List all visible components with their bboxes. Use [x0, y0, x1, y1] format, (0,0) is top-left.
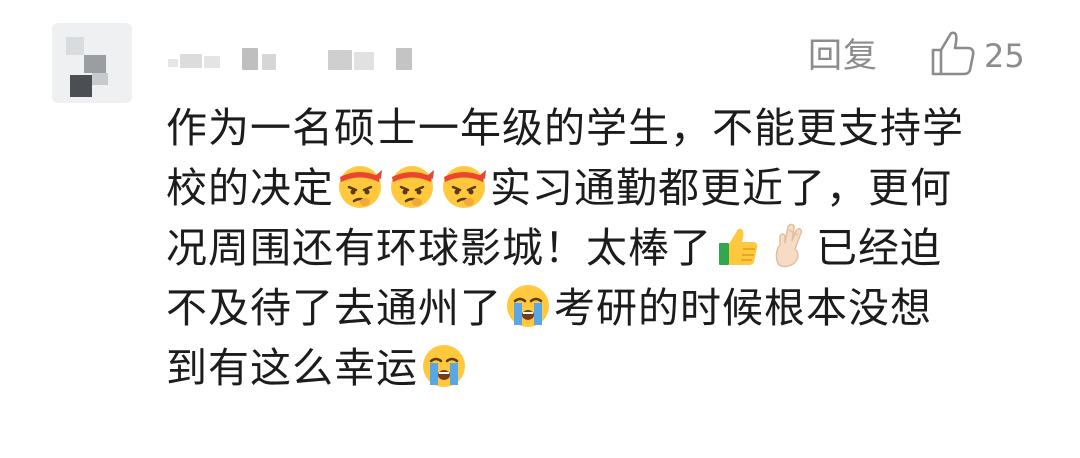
comment-text-segment: 实习通勤都更近了，更何 [490, 164, 952, 212]
crying-face-icon [419, 341, 469, 391]
comment-line: 不及待了去通州了 考研的时候根本没想 [166, 278, 1046, 338]
thumbs-up-icon [713, 221, 763, 271]
username-blurred[interactable] [168, 40, 428, 76]
pouting-headband-icon [387, 161, 437, 211]
comment-text-segment: 作为一名硕士一年级的学生，不能更支持学 [166, 104, 964, 152]
comment-text-segment: 况周围还有环球影城！太棒了 [166, 224, 712, 272]
pouting-headband-icon [439, 161, 489, 211]
thumbs-up-outline-icon [928, 29, 978, 83]
like-count: 25 [984, 37, 1025, 75]
comment-text-segment: 校的决定 [166, 164, 334, 212]
pouting-headband-icon [335, 161, 385, 211]
crossed-fingers-icon [765, 221, 815, 271]
comment-text-segment: 考研的时候根本没想 [554, 284, 932, 332]
comment-text: 作为一名硕士一年级的学生，不能更支持学 校的决定 实习通勤都更近了，更何况周围还有环… [166, 98, 1046, 398]
like-button[interactable]: 25 [928, 30, 1025, 82]
comment-line: 况周围还有环球影城！太棒了 已经迫 [166, 218, 1046, 278]
comment-text-segment: 到有这么幸运 [166, 344, 418, 392]
crying-face-icon [503, 281, 553, 331]
reply-button[interactable]: 回复 [808, 34, 878, 78]
comment-text-segment: 已经迫 [816, 224, 942, 272]
avatar[interactable] [52, 23, 132, 103]
comment-line: 校的决定 实习通勤都更近了，更何 [166, 158, 1046, 218]
comment-line: 作为一名硕士一年级的学生，不能更支持学 [166, 98, 1046, 158]
comment-line: 到有这么幸运 [166, 338, 1046, 398]
comment-text-segment: 不及待了去通州了 [166, 284, 502, 332]
